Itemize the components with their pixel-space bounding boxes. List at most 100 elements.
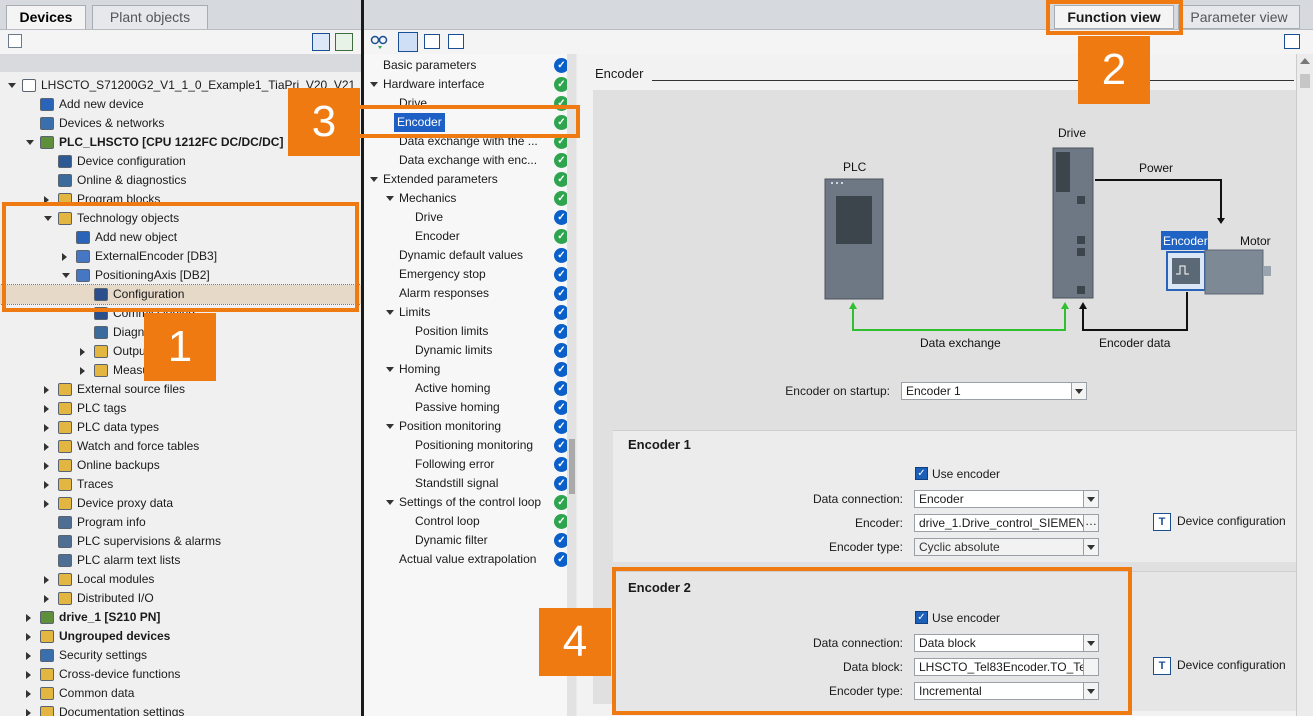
encoder1-device-config-link[interactable]: T Device configuration — [1153, 513, 1286, 531]
nav-item[interactable]: Homing ✓ — [364, 360, 574, 379]
tree-item[interactable]: Cross-device functions — [0, 665, 361, 684]
browse-icon[interactable]: … — [1083, 515, 1098, 531]
nav-item[interactable]: Passive homing ✓ — [364, 398, 574, 417]
tab-devices[interactable]: Devices — [6, 5, 86, 29]
nav-item-label: Dynamic default values — [399, 248, 524, 262]
expand-right-icon[interactable] — [44, 462, 49, 470]
nav-item[interactable]: Hardware interface ✓ — [364, 75, 574, 94]
collapse-view-icon[interactable] — [448, 34, 464, 49]
expand-right-icon[interactable] — [26, 709, 31, 716]
nav-item[interactable]: Drive ✓ — [364, 208, 574, 227]
tree-item-label: Ungrouped devices — [59, 629, 171, 643]
nav-item[interactable]: Positioning monitoring ✓ — [364, 436, 574, 455]
expand-right-icon[interactable] — [80, 367, 85, 375]
encoder-diagram-label: Encoder — [1163, 234, 1208, 248]
power-wire — [1095, 179, 1222, 222]
encoder1-use-label: Use encoder — [932, 467, 1001, 481]
expand-down-icon[interactable] — [8, 83, 16, 88]
expand-right-icon[interactable] — [80, 348, 85, 356]
tree-item[interactable]: Online backups — [0, 456, 361, 475]
expand-navigation-icon[interactable] — [398, 32, 418, 52]
expand-down-icon[interactable] — [386, 367, 394, 372]
nav-item[interactable]: Dynamic limits ✓ — [364, 341, 574, 360]
tab-plant-objects[interactable]: Plant objects — [92, 5, 208, 29]
nav-item[interactable]: Data exchange with enc... ✓ — [364, 151, 574, 170]
tree-item[interactable]: Watch and force tables — [0, 437, 361, 456]
expand-right-icon[interactable] — [44, 500, 49, 508]
encoder1-data-connection-select[interactable]: Encoder — [914, 490, 1099, 508]
expand-down-icon[interactable] — [386, 500, 394, 505]
nav-item[interactable]: Extended parameters ✓ — [364, 170, 574, 189]
nav-item[interactable]: Position monitoring ✓ — [364, 417, 574, 436]
tree-action-icon[interactable] — [335, 33, 353, 51]
nav-item[interactable]: Emergency stop ✓ — [364, 265, 574, 284]
expand-right-icon[interactable] — [44, 424, 49, 432]
folder-icon — [58, 421, 72, 434]
encoder-on-startup-select[interactable]: Encoder 1 — [901, 382, 1087, 400]
expand-right-icon[interactable] — [26, 690, 31, 698]
expand-down-icon[interactable] — [370, 82, 378, 87]
nav-item[interactable]: Active homing ✓ — [364, 379, 574, 398]
tree-item[interactable]: PLC supervisions & alarms — [0, 532, 361, 551]
tree-item[interactable]: Traces — [0, 475, 361, 494]
tree-item[interactable]: Device proxy data — [0, 494, 361, 513]
expand-down-icon[interactable] — [370, 177, 378, 182]
expand-down-icon[interactable] — [386, 424, 394, 429]
nav-item[interactable]: Dynamic default values ✓ — [364, 246, 574, 265]
tree-item[interactable]: drive_1 [S210 PN] — [0, 608, 361, 627]
editor-scrollbar[interactable] — [1296, 54, 1313, 716]
tree-item[interactable]: Ungrouped devices — [0, 627, 361, 646]
tree-item[interactable]: Documentation settings — [0, 703, 361, 716]
overview-icon[interactable] — [312, 33, 330, 51]
encoder2-device-config-link[interactable]: T Device configuration — [1153, 657, 1286, 675]
expand-right-icon[interactable] — [44, 595, 49, 603]
tree-item[interactable]: Common data — [0, 684, 361, 703]
expand-right-icon[interactable] — [26, 633, 31, 641]
nav-item[interactable]: Following error ✓ — [364, 455, 574, 474]
tree-item-label: PLC_LHSCTO [CPU 1212FC DC/DC/DC] — [59, 135, 284, 149]
expand-right-icon[interactable] — [44, 386, 49, 394]
tree-settings-icon[interactable] — [8, 34, 22, 48]
folder-icon — [58, 592, 72, 605]
tab-parameter-view[interactable]: Parameter view — [1178, 5, 1300, 29]
nav-item[interactable]: Settings of the control loop ✓ — [364, 493, 574, 512]
nav-item[interactable]: Standstill signal ✓ — [364, 474, 574, 493]
encoder1-encoder-field[interactable]: drive_1.Drive_control_SIEMENS… — [914, 514, 1099, 532]
chevron-down-icon — [1071, 383, 1086, 399]
folder-view-icon[interactable] — [424, 34, 440, 49]
tree-item[interactable]: Security settings — [0, 646, 361, 665]
expand-right-icon[interactable] — [44, 576, 49, 584]
layout-toggle-icon[interactable] — [1284, 34, 1300, 49]
nav-item[interactable]: Basic parameters ✓ — [364, 56, 574, 75]
nav-item[interactable]: Encoder ✓ — [364, 227, 574, 246]
nav-item[interactable]: Mechanics ✓ — [364, 189, 574, 208]
nav-item[interactable]: Limits ✓ — [364, 303, 574, 322]
nav-item[interactable]: Actual value extrapolation ✓ — [364, 550, 574, 569]
tree-item[interactable]: PLC alarm text lists — [0, 551, 361, 570]
folder-icon — [58, 459, 72, 472]
encoder1-use-checkbox[interactable]: ✓ — [915, 467, 928, 480]
nav-item[interactable]: Dynamic filter ✓ — [364, 531, 574, 550]
nav-item[interactable]: Position limits ✓ — [364, 322, 574, 341]
glasses-icon[interactable] — [370, 34, 388, 50]
expand-right-icon[interactable] — [44, 405, 49, 413]
nav-item[interactable]: Control loop ✓ — [364, 512, 574, 531]
tree-item[interactable]: Online & diagnostics — [0, 171, 361, 190]
expand-right-icon[interactable] — [26, 652, 31, 660]
nav-item[interactable]: Alarm responses ✓ — [364, 284, 574, 303]
expand-right-icon[interactable] — [44, 443, 49, 451]
tree-item[interactable]: Local modules — [0, 570, 361, 589]
tree-item[interactable]: External source files — [0, 380, 361, 399]
tree-item[interactable]: PLC tags — [0, 399, 361, 418]
encoder1-type-select[interactable]: Cyclic absolute — [914, 538, 1099, 556]
expand-right-icon[interactable] — [26, 671, 31, 679]
tree-item[interactable]: PLC data types — [0, 418, 361, 437]
expand-down-icon[interactable] — [386, 196, 394, 201]
tree-item[interactable]: Program info — [0, 513, 361, 532]
expand-right-icon[interactable] — [26, 614, 31, 622]
tree-item[interactable]: Distributed I/O — [0, 589, 361, 608]
expand-down-icon[interactable] — [26, 140, 34, 145]
callout-1-frame — [2, 202, 359, 312]
expand-right-icon[interactable] — [44, 481, 49, 489]
expand-down-icon[interactable] — [386, 310, 394, 315]
